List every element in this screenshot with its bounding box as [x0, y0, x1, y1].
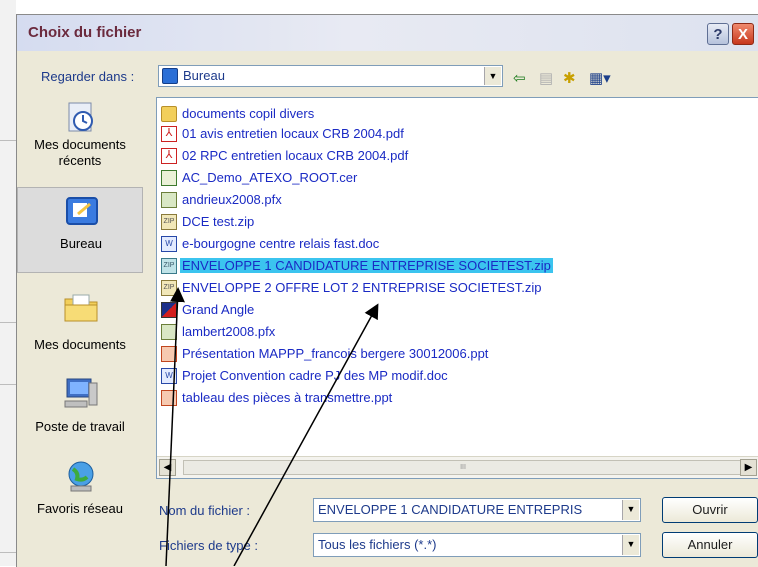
annotation-arrow	[233, 303, 379, 566]
annotation-arrows	[165, 287, 379, 566]
annotation-arrow	[165, 287, 185, 566]
